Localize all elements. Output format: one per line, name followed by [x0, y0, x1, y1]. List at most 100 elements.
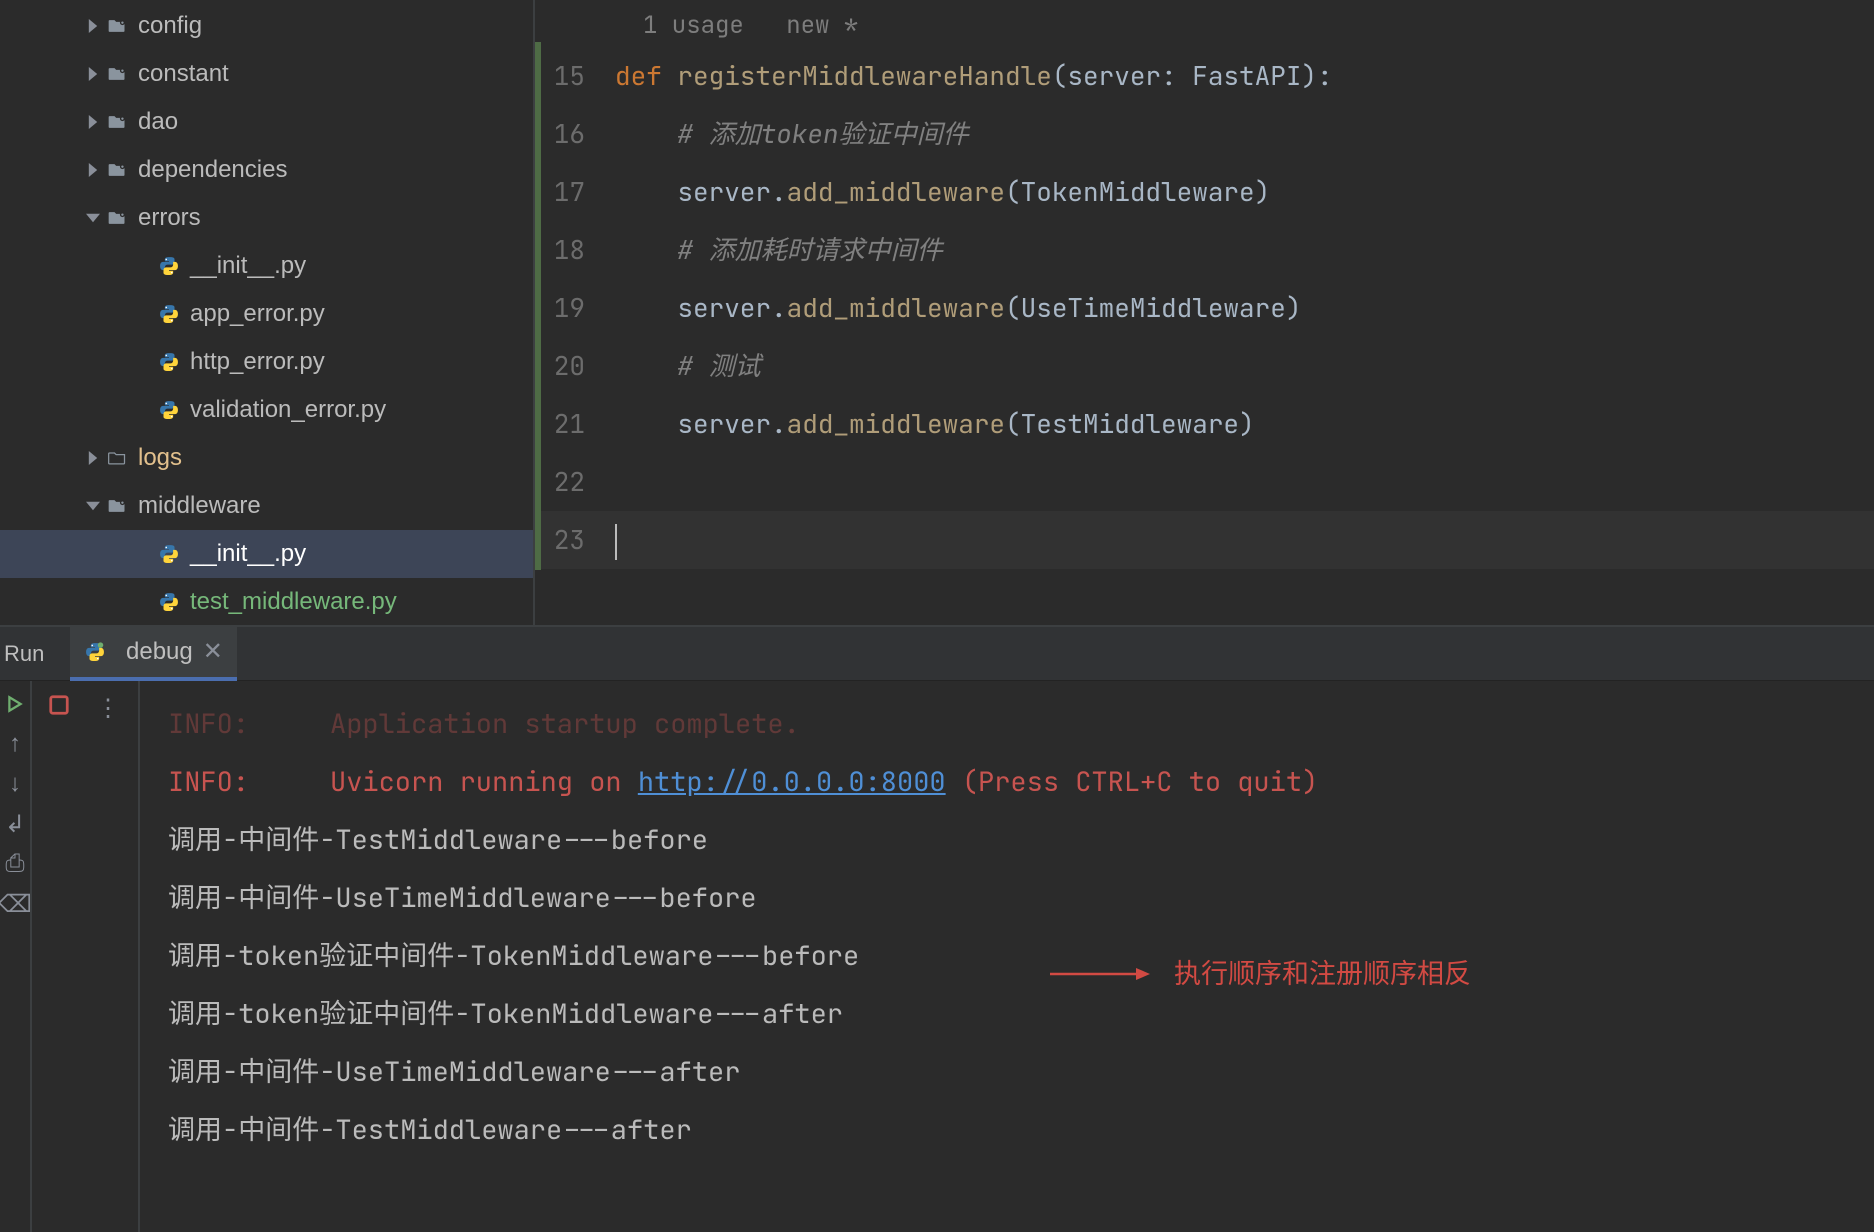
run-tab-debug[interactable]: debug ✕	[70, 627, 237, 681]
line-number: 20	[535, 337, 615, 395]
line-number: 16	[535, 105, 615, 163]
top-area: config constant dao dependencies errors __ini…	[0, 0, 1874, 625]
tree-item[interactable]: logs	[0, 434, 533, 482]
python-file-icon	[158, 350, 180, 374]
run-tabbar: Run debug ✕	[0, 627, 1874, 681]
code-content: server.add_middleware(UseTimeMiddleware)	[615, 279, 1301, 337]
console-link[interactable]: http://0.0.0.0:8000	[638, 764, 946, 800]
folder-icon	[106, 448, 128, 468]
console-line: 调用-token验证中间件-TokenMiddleware---after	[168, 985, 1866, 1043]
folder-icon	[106, 496, 128, 516]
code-content: # 添加token验证中间件	[615, 105, 969, 163]
tree-item[interactable]: dependencies	[0, 146, 533, 194]
code-lines[interactable]: 15def registerMiddlewareHandle(server: F…	[535, 47, 1874, 569]
tree-item-label: config	[138, 12, 202, 40]
python-file-icon	[158, 302, 180, 326]
python-file-icon	[158, 590, 180, 614]
code-line[interactable]: 23	[535, 511, 1874, 569]
tree-item-label: constant	[138, 60, 229, 88]
tree-item-label: middleware	[138, 492, 261, 520]
code-line[interactable]: 16 # 添加token验证中间件	[535, 105, 1874, 163]
print-icon[interactable]: ⎙	[6, 855, 24, 873]
chevron-right-icon[interactable]	[84, 161, 102, 179]
rerun-icon[interactable]	[6, 695, 24, 713]
tree-item-label: __init__.py	[190, 540, 306, 568]
line-number: 19	[535, 279, 615, 337]
console-output[interactable]: 执行顺序和注册顺序相反 INFO: Application startup co…	[140, 681, 1874, 1232]
code-line[interactable]: 19 server.add_middleware(UseTimeMiddlewa…	[535, 279, 1874, 337]
code-content: server.add_middleware(TestMiddleware)	[615, 395, 1255, 453]
code-content: # 测试	[615, 337, 761, 395]
run-tool-label[interactable]: Run	[0, 641, 70, 667]
chevron-right-icon[interactable]	[84, 65, 102, 83]
console-line: 调用-中间件-UseTimeMiddleware---before	[168, 869, 1866, 927]
chevron-right-icon[interactable]	[84, 17, 102, 35]
tree-item[interactable]: middleware	[0, 482, 533, 530]
arrow-down-icon[interactable]: ↓	[6, 775, 24, 793]
code-inlay-hints: 1 usage new *	[535, 0, 1874, 47]
folder-icon	[106, 64, 128, 84]
folder-icon	[106, 160, 128, 180]
tree-item-label: logs	[138, 444, 182, 472]
console-line: 调用-中间件-TestMiddleware---before	[168, 811, 1866, 869]
code-line[interactable]: 18 # 添加耗时请求中间件	[535, 221, 1874, 279]
console-body: ↑ ↓ ↲ ⎙ ⌫ ⋮ 执行顺序和注册顺序相反 INFO: Applicatio…	[0, 681, 1874, 1232]
console-line: 调用-中间件-TestMiddleware---after	[168, 1101, 1866, 1159]
console-line: 调用-中间件-UseTimeMiddleware---after	[168, 1043, 1866, 1101]
arrow-up-icon[interactable]: ↑	[6, 735, 24, 753]
chevron-right-icon[interactable]	[84, 449, 102, 467]
run-tab-label: debug	[126, 638, 193, 666]
close-icon[interactable]: ✕	[203, 637, 223, 666]
chevron-down-icon[interactable]	[84, 497, 102, 515]
tree-item[interactable]: errors	[0, 194, 533, 242]
tree-item[interactable]: test_middleware.py	[0, 578, 533, 625]
annotation: 执行顺序和注册顺序相反	[1050, 945, 1471, 1003]
line-number: 23	[535, 511, 615, 569]
arrow-icon	[1050, 960, 1150, 988]
tree-item-label: dao	[138, 108, 178, 136]
stop-icon[interactable]	[48, 693, 70, 724]
tree-item-label: http_error.py	[190, 348, 325, 376]
tree-item[interactable]: config	[0, 2, 533, 50]
vcs-gutter-mark	[535, 42, 541, 570]
code-content: def registerMiddlewareHandle(server: Fas…	[615, 47, 1333, 105]
line-number: 18	[535, 221, 615, 279]
tree-item[interactable]: __init__.py	[0, 242, 533, 290]
tree-item[interactable]: app_error.py	[0, 290, 533, 338]
soft-wrap-icon[interactable]: ↲	[6, 815, 24, 833]
tree-item[interactable]: dao	[0, 98, 533, 146]
folder-icon	[106, 208, 128, 228]
tree-item-label: errors	[138, 204, 201, 232]
code-content: # 添加耗时请求中间件	[615, 221, 943, 279]
python-file-icon	[158, 398, 180, 422]
run-tool-sidebar: ↑ ↓ ↲ ⎙ ⌫	[0, 681, 30, 1232]
console-toolbar: ⋮	[30, 681, 140, 1232]
code-line[interactable]: 17 server.add_middleware(TokenMiddleware…	[535, 163, 1874, 221]
console-line: 调用-token验证中间件-TokenMiddleware---before	[168, 927, 1866, 985]
project-tree[interactable]: config constant dao dependencies errors __ini…	[0, 0, 535, 625]
chevron-down-icon[interactable]	[84, 209, 102, 227]
run-panel: Run debug ✕ ↑ ↓ ↲ ⎙ ⌫ ⋮	[0, 625, 1874, 1232]
console-line: INFO: Uvicorn running on http://0.0.0.0:…	[168, 753, 1866, 811]
tree-item[interactable]: constant	[0, 50, 533, 98]
console-line: INFO: Application startup complete.	[168, 695, 1866, 753]
tree-item[interactable]: __init__.py	[0, 530, 533, 578]
new-hint[interactable]: new *	[786, 10, 858, 41]
code-line[interactable]: 15def registerMiddlewareHandle(server: F…	[535, 47, 1874, 105]
chevron-right-icon[interactable]	[84, 113, 102, 131]
tree-item-label: dependencies	[138, 156, 287, 184]
line-number: 21	[535, 395, 615, 453]
code-editor[interactable]: 1 usage new * 15def registerMiddlewareHa…	[535, 0, 1874, 625]
tree-item[interactable]: validation_error.py	[0, 386, 533, 434]
python-file-icon	[158, 254, 180, 278]
tree-item-label: __init__.py	[190, 252, 306, 280]
tree-item-label: app_error.py	[190, 300, 325, 328]
code-line[interactable]: 20 # 测试	[535, 337, 1874, 395]
delete-icon[interactable]: ⌫	[6, 895, 24, 913]
code-line[interactable]: 22	[535, 453, 1874, 511]
usage-hint[interactable]: 1 usage	[643, 10, 744, 41]
more-icon[interactable]: ⋮	[96, 693, 120, 724]
line-number: 22	[535, 453, 615, 511]
tree-item[interactable]: http_error.py	[0, 338, 533, 386]
code-line[interactable]: 21 server.add_middleware(TestMiddleware)	[535, 395, 1874, 453]
